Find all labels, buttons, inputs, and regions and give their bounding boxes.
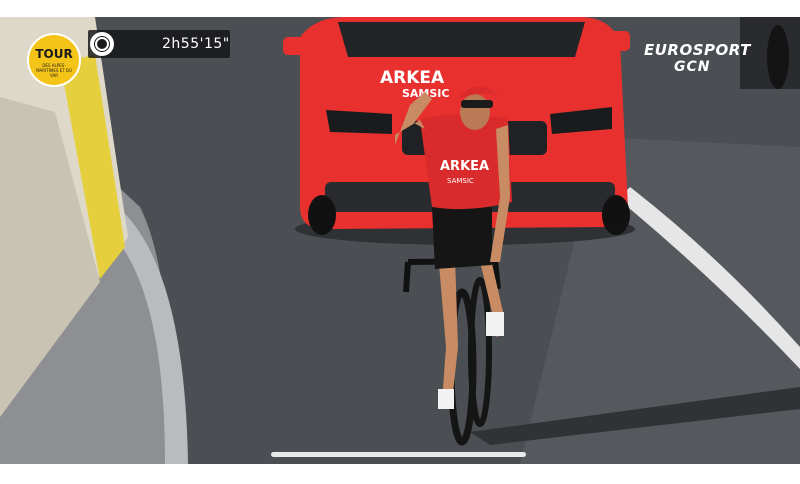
home-indicator[interactable] (271, 452, 526, 457)
stopwatch-icon (90, 32, 114, 56)
team-car-hood-text: ARKEA (380, 68, 445, 88)
team-car-mirror-left (283, 37, 321, 55)
race-logo-title: TOUR (35, 47, 73, 61)
broadcaster-logo: EUROSPORT GCN (640, 39, 760, 79)
rider-shorts (432, 207, 492, 269)
rider-sunglasses (461, 100, 493, 108)
broadcaster-secondary: GCN (674, 59, 711, 75)
team-car-windshield (338, 22, 585, 57)
rider-jersey-subtext: SAMSIC (447, 177, 474, 185)
rider-jersey-text: ARKEA (440, 159, 489, 174)
race-logo-subtitle: DES ALPES-MARITIMES ET DU VAR (36, 63, 72, 78)
team-car-wheel-right (602, 195, 630, 235)
motorbike-wheel (767, 25, 789, 89)
broadcaster-primary: EUROSPORT (644, 41, 751, 59)
video-frame[interactable]: ARKEA SAMSIC ARKEA SAMSIC TOUR DE (0, 17, 800, 464)
rider-face (460, 94, 490, 130)
rider-shoe-left (438, 389, 454, 409)
rider-shoe-right (486, 312, 504, 336)
elapsed-time: 2h55'15" (162, 36, 230, 52)
race-scene: ARKEA SAMSIC ARKEA SAMSIC (0, 17, 800, 464)
team-car-mirror-right (592, 31, 630, 51)
team-car-headlight-left (326, 110, 392, 134)
race-logo: TOUR DES ALPES-MARITIMES ET DU VAR (27, 33, 81, 87)
race-timer: 2h55'15" (88, 30, 230, 58)
team-car-wheel-left (308, 195, 336, 235)
